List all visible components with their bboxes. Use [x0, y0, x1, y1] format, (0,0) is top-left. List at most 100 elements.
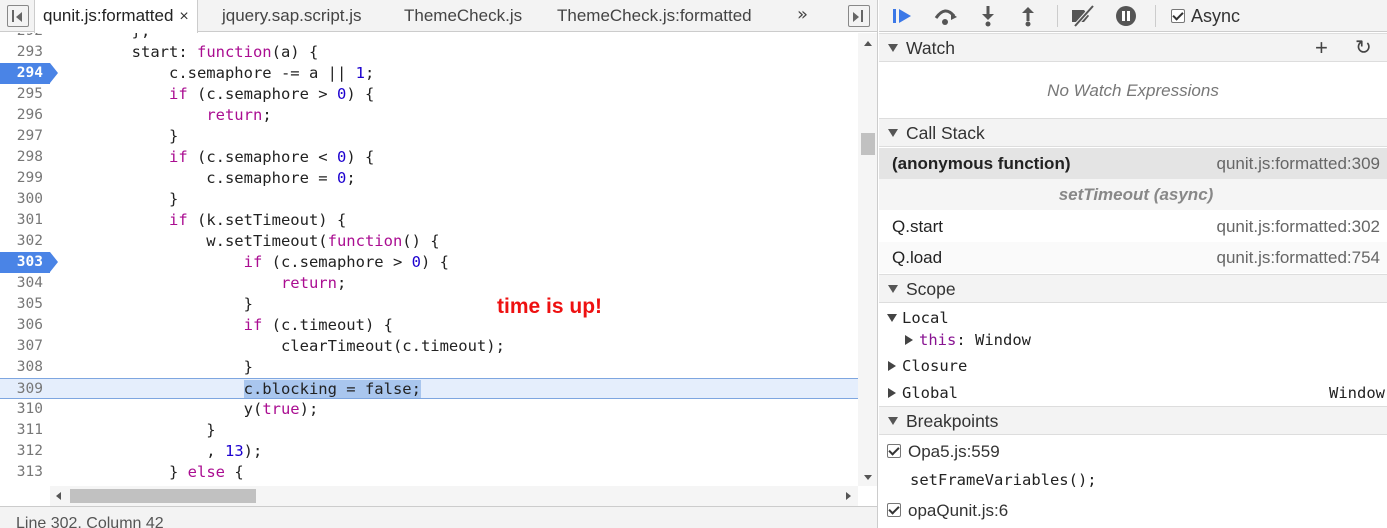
resume-button[interactable] [889, 3, 917, 29]
tab-themecheck-formatted[interactable]: ThemeCheck.js:formatted [557, 0, 752, 32]
scroll-thumb[interactable] [861, 133, 875, 155]
collapsed-triangle-icon[interactable] [905, 334, 913, 345]
call-stack-title: Call Stack [906, 123, 985, 143]
vertical-scrollbar[interactable] [858, 33, 877, 486]
line-number[interactable]: 296 [0, 105, 50, 126]
line-number[interactable]: 307 [0, 336, 50, 357]
refresh-watch-button[interactable]: ↻ [1355, 34, 1372, 62]
frame-location[interactable]: qunit.js:formatted:754 [1217, 242, 1380, 273]
scope-global[interactable]: Global Window [879, 381, 1387, 406]
scroll-thumb[interactable] [70, 489, 256, 503]
breakpoint-checkbox[interactable] [887, 444, 901, 459]
pause-on-exceptions-button[interactable] [1112, 3, 1140, 29]
deactivate-breakpoints-button[interactable] [1069, 3, 1097, 29]
call-stack-section-header[interactable]: Call Stack [879, 118, 1387, 147]
code-line[interactable]: 295 if (c.semaphore > 0) { [0, 84, 858, 105]
frame-location[interactable]: qunit.js:formatted:309 [1217, 148, 1380, 179]
collapsed-triangle-icon[interactable] [888, 387, 896, 398]
scroll-right-icon[interactable] [846, 492, 851, 500]
code-line[interactable]: 313 } else { [0, 462, 858, 483]
call-stack-frame[interactable]: (anonymous function) qunit.js:formatted:… [879, 148, 1387, 179]
scope-local-label: Local [902, 309, 949, 327]
code-line[interactable]: 299 c.semaphore = 0; [0, 168, 858, 189]
breakpoint-item[interactable]: Opa5.js:559 [879, 438, 1387, 466]
line-number[interactable]: 301 [0, 210, 50, 231]
line-number[interactable]: 312 [0, 441, 50, 462]
scope-section-header[interactable]: Scope [879, 274, 1387, 303]
collapsed-triangle-icon[interactable] [888, 360, 896, 371]
breakpoints-section-header[interactable]: Breakpoints [879, 406, 1387, 435]
line-number[interactable]: 293 [0, 42, 50, 63]
current-execution-line[interactable]: 309 c.blocking = false; [0, 378, 858, 399]
resume-icon [893, 9, 911, 23]
code-line[interactable]: 292 }, [0, 33, 858, 42]
expanded-triangle-icon[interactable] [887, 313, 897, 322]
line-number[interactable]: 295 [0, 84, 50, 105]
code-line[interactable]: 297 } [0, 126, 858, 147]
tab-overflow-button[interactable]: » [797, 0, 808, 32]
code-line[interactable]: 303 if (c.semaphore > 0) { [0, 252, 858, 273]
code-line[interactable]: 293 start: function(a) { [0, 42, 858, 63]
code-line[interactable]: 305 } [0, 294, 858, 315]
line-number[interactable]: 314 [0, 483, 50, 486]
code-text: clearTimeout(c.timeout); [57, 337, 505, 355]
step-into-button[interactable] [974, 3, 1002, 29]
tab-themecheck[interactable]: ThemeCheck.js [404, 0, 522, 32]
cursor-position-status: Line 302, Column 42 [0, 506, 877, 528]
scroll-left-icon[interactable] [56, 492, 61, 500]
close-tab-icon[interactable]: × [179, 8, 188, 25]
line-number[interactable]: 300 [0, 189, 50, 210]
code-line[interactable]: 301 if (k.setTimeout) { [0, 210, 858, 231]
scope-this-property[interactable]: this: Window [879, 328, 1387, 353]
toggle-navigator-button[interactable] [7, 5, 29, 27]
line-number[interactable]: 302 [0, 231, 50, 252]
breakpoint-item[interactable]: opaQunit.js:6 [879, 497, 1387, 525]
step-out-button[interactable] [1014, 3, 1042, 29]
line-number[interactable]: 297 [0, 126, 50, 147]
checkbox-icon[interactable] [1171, 8, 1185, 23]
line-number[interactable]: 305 [0, 294, 50, 315]
code-line[interactable]: 307 clearTimeout(c.timeout); [0, 336, 858, 357]
call-stack-frame[interactable]: Q.start qunit.js:formatted:302 [879, 211, 1387, 242]
code-line[interactable]: 308 } [0, 357, 858, 378]
code-line[interactable]: 306 if (c.timeout) { [0, 315, 858, 336]
code-line[interactable]: 294 c.semaphore -= a || 1; [0, 63, 858, 84]
line-number[interactable]: 292 [0, 33, 50, 42]
code-line[interactable]: 312 , 13); [0, 441, 858, 462]
breakpoint-marker[interactable]: 294 [0, 63, 58, 84]
scroll-down-icon[interactable] [864, 475, 872, 480]
add-watch-button[interactable]: + [1315, 34, 1328, 62]
code-line[interactable]: 296 return; [0, 105, 858, 126]
line-number[interactable]: 309 [0, 379, 50, 400]
line-number[interactable]: 313 [0, 462, 50, 483]
code-line[interactable]: 310 y(true); [0, 399, 858, 420]
line-number[interactable]: 308 [0, 357, 50, 378]
frame-function: Q.start [892, 217, 944, 236]
code-line[interactable]: 298 if (c.semaphore < 0) { [0, 147, 858, 168]
breakpoint-marker[interactable]: 303 [0, 252, 58, 273]
tab-qunit-formatted[interactable]: qunit.js:formatted × [34, 0, 198, 33]
frame-location[interactable]: qunit.js:formatted:302 [1217, 211, 1380, 242]
breakpoint-checkbox[interactable] [887, 503, 901, 518]
code-line[interactable]: 311 } [0, 420, 858, 441]
toggle-debugger-sidebar-button[interactable] [848, 5, 870, 27]
line-number[interactable]: 298 [0, 147, 50, 168]
scroll-up-icon[interactable] [864, 41, 872, 46]
line-number[interactable]: 299 [0, 168, 50, 189]
tab-jquery-sap-script[interactable]: jquery.sap.script.js [222, 0, 362, 32]
code-line[interactable]: 300 } [0, 189, 858, 210]
scope-closure[interactable]: Closure [879, 354, 1387, 379]
tab-label: ThemeCheck.js:formatted [557, 6, 752, 25]
line-number[interactable]: 306 [0, 315, 50, 336]
async-checkbox[interactable]: Async [1171, 3, 1240, 29]
line-number[interactable]: 304 [0, 273, 50, 294]
code-area[interactable]: 292 },293 start: function(a) {294 c.sema… [0, 33, 858, 486]
call-stack-frame[interactable]: Q.load qunit.js:formatted:754 [879, 242, 1387, 273]
step-over-button[interactable] [931, 3, 959, 29]
horizontal-scrollbar[interactable] [50, 486, 858, 506]
watch-section-header[interactable]: Watch + ↻ [879, 33, 1387, 62]
code-line[interactable]: 304 return; [0, 273, 858, 294]
line-number[interactable]: 310 [0, 399, 50, 420]
line-number[interactable]: 311 [0, 420, 50, 441]
code-line[interactable]: 302 w.setTimeout(function() { [0, 231, 858, 252]
